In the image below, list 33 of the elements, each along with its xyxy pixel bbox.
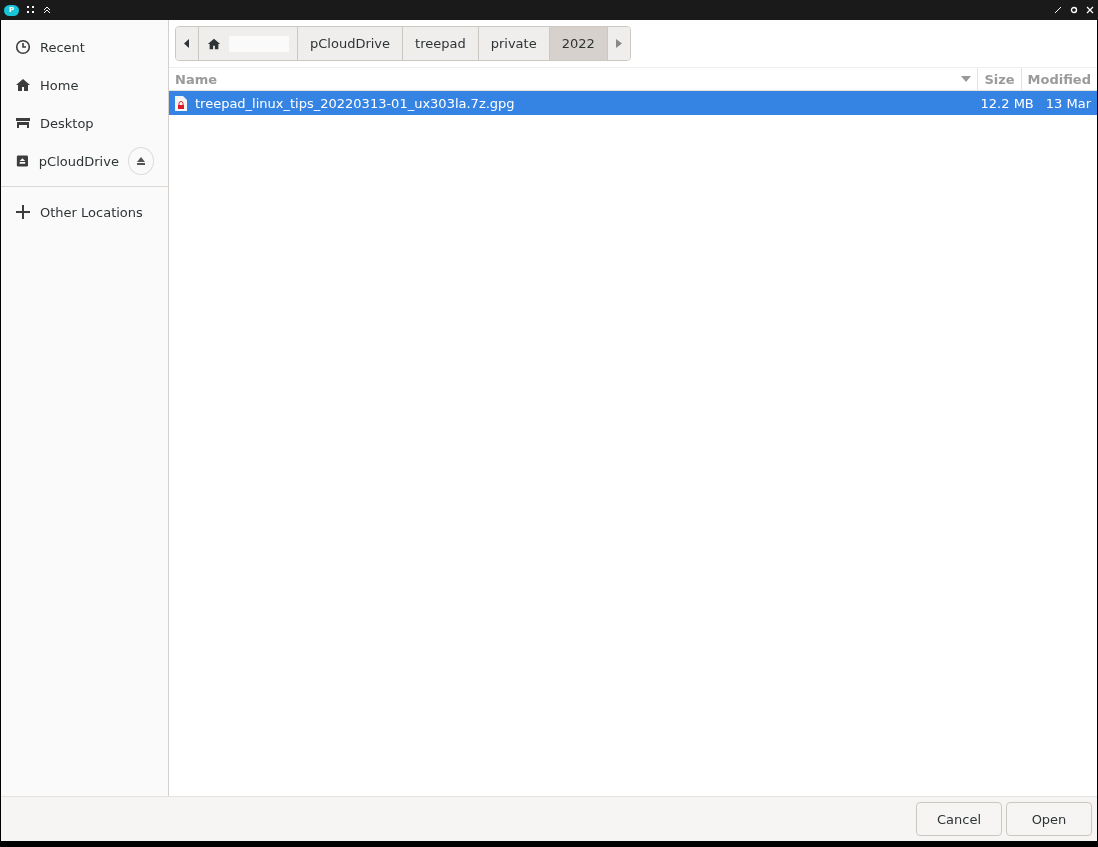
eject-button[interactable] bbox=[127, 147, 154, 175]
forward-button[interactable] bbox=[607, 27, 630, 60]
left-arrow-icon bbox=[184, 39, 190, 48]
sidebar-item[interactable]: Recent bbox=[1, 28, 168, 66]
sidebar-item[interactable]: Desktop bbox=[1, 104, 168, 142]
sidebar-item[interactable]: Home bbox=[1, 66, 168, 104]
dialog-button[interactable]: Open bbox=[1006, 802, 1092, 836]
home-icon bbox=[207, 36, 221, 51]
chevrons-icon[interactable] bbox=[43, 6, 51, 14]
pen-icon[interactable] bbox=[1054, 6, 1062, 14]
drive-icon bbox=[15, 153, 30, 169]
table-cell-text: 13 Mar bbox=[1044, 95, 1092, 111]
table-cell: treepad_linux_tips_20220313-01_ux303la.7z.gpg bbox=[169, 95, 975, 111]
desktop-icon bbox=[15, 115, 31, 131]
back-button[interactable] bbox=[176, 27, 199, 60]
clock-icon bbox=[15, 39, 31, 55]
path-crumb[interactable]: 2022 bbox=[549, 27, 608, 60]
table-cell-text: 12.2 MB bbox=[979, 95, 1035, 111]
grid-icon[interactable] bbox=[27, 6, 35, 14]
sidebar-item[interactable]: pCloudDrive bbox=[1, 142, 168, 180]
sidebar-item[interactable]: Other Locations bbox=[1, 193, 168, 231]
right-arrow-icon bbox=[615, 39, 622, 48]
path-crumb[interactable]: treepad bbox=[403, 27, 479, 60]
sort-arrow-icon bbox=[961, 76, 972, 82]
eject-icon bbox=[134, 155, 147, 167]
home-icon bbox=[15, 77, 31, 93]
file-row[interactable]: treepad_linux_tips_20220313-01_ux303la.7z.gpg 12.2 MB 13 Mar bbox=[169, 91, 1097, 115]
path-crumb[interactable]: pCloudDrive bbox=[298, 27, 404, 60]
plus-icon bbox=[15, 204, 31, 220]
dialog-button[interactable]: Cancel bbox=[916, 802, 1002, 836]
path-crumb[interactable]: private bbox=[478, 27, 550, 60]
close-icon[interactable] bbox=[1086, 6, 1094, 14]
circle-icon[interactable] bbox=[1070, 6, 1078, 14]
